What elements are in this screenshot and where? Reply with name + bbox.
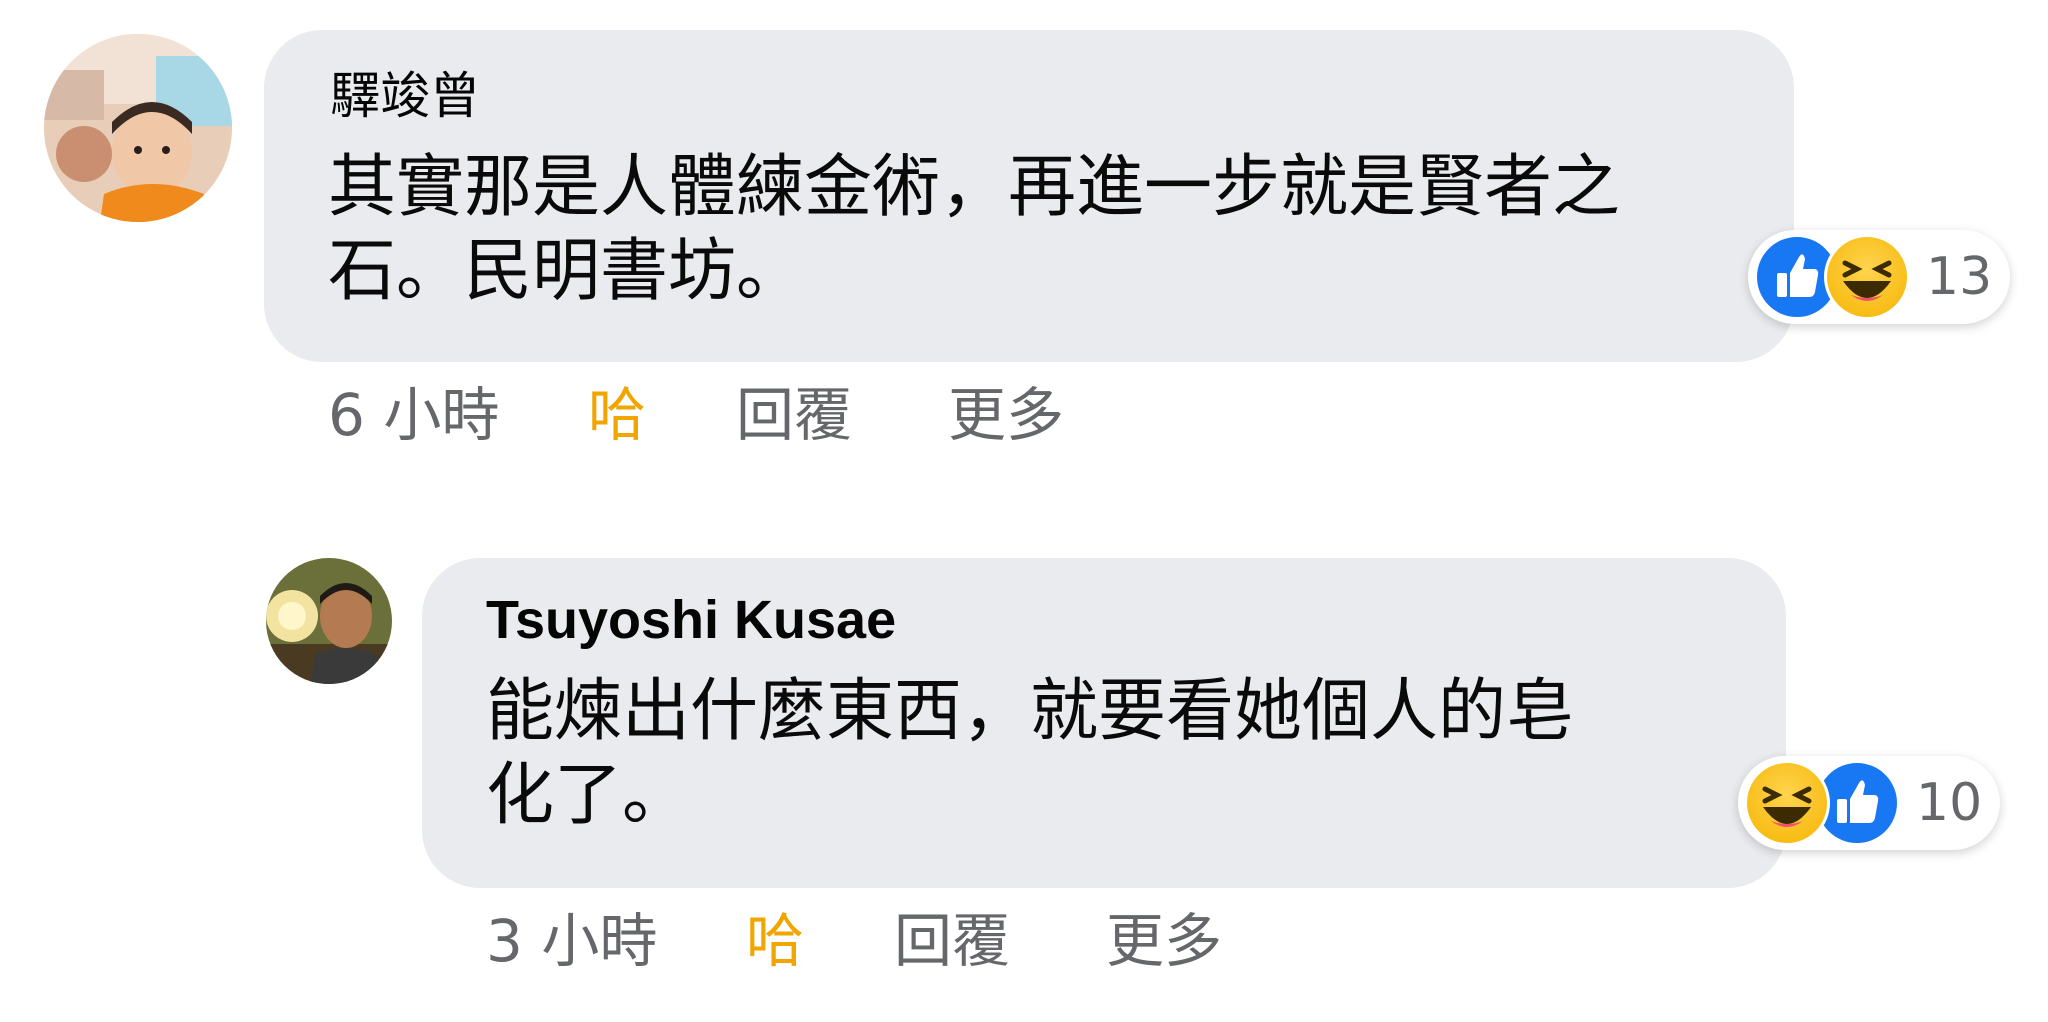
timestamp[interactable]: 3 小時: [486, 906, 657, 976]
comment-text-line-2: 化了。: [486, 756, 691, 835]
more-button[interactable]: 更多: [1106, 906, 1222, 976]
reaction-count: 10: [1916, 773, 1983, 833]
haha-reaction-button[interactable]: 哈: [746, 906, 804, 976]
comment-bubble: Tsuyoshi Kusae 能煉出什麼東西，就要看她個人的皂 化了。: [422, 558, 1786, 888]
haha-icon: [1744, 760, 1830, 846]
reaction-summary[interactable]: 10: [1738, 756, 2000, 850]
comment-text-line-1: 能煉出什麼東西，就要看她個人的皂: [486, 672, 1575, 751]
reply-button[interactable]: 回覆: [894, 906, 1010, 976]
comment-2: Tsuyoshi Kusae 能煉出什麼東西，就要看她個人的皂 化了。 10 3…: [0, 0, 2048, 1022]
comment-actions: 3 小時 哈 回覆 更多: [486, 906, 1386, 976]
commenter-avatar[interactable]: [266, 558, 392, 684]
commenter-name[interactable]: Tsuyoshi Kusae: [486, 590, 896, 650]
